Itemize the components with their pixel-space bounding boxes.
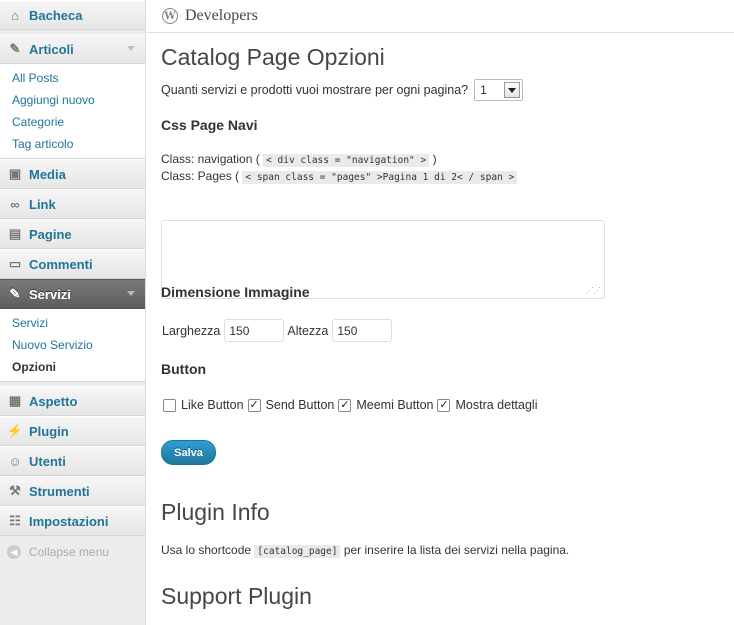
- pin-icon: ✎: [9, 286, 21, 301]
- meemi-button-label: Meemi Button: [356, 398, 434, 412]
- larghezza-label: Larghezza: [162, 323, 221, 338]
- submenu-item-tag-articolo[interactable]: Tag articolo: [0, 133, 145, 155]
- submenu-item-servizi[interactable]: Servizi: [0, 312, 145, 334]
- altezza-label: Altezza: [287, 323, 329, 338]
- class-pages-code: < span class = "pages" >Pagina 1 di 2< /…: [242, 171, 518, 184]
- dropdown-arrow-icon: [504, 82, 521, 98]
- per-page-value: 1: [480, 83, 487, 97]
- per-page-row: Quanti servizi e prodotti vuoi mostrare …: [161, 79, 524, 101]
- main-content: W Developers Catalog Page Opzioni Quanti…: [147, 0, 734, 625]
- site-header: W Developers: [147, 0, 734, 33]
- collapse-label: Collapse menu: [29, 545, 110, 559]
- mostra-dettagli-label: Mostra dettagli: [455, 398, 538, 412]
- menu-aspetto[interactable]: ▦ Aspetto: [0, 386, 145, 416]
- chevron-down-icon: [127, 291, 135, 296]
- submenu-item-opzioni[interactable]: Opzioni: [0, 356, 145, 378]
- menu-label: Articoli: [29, 41, 74, 57]
- menu-link[interactable]: ∞ Link: [0, 189, 145, 219]
- per-page-select[interactable]: 1: [474, 79, 524, 101]
- larghezza-value: 150: [229, 323, 250, 338]
- larghezza-input[interactable]: 150: [224, 319, 285, 342]
- site-name[interactable]: Developers: [185, 7, 258, 25]
- users-icon: ☺: [8, 453, 22, 469]
- menu-label: Plugin: [29, 423, 69, 439]
- menu-label: Servizi: [29, 286, 71, 302]
- like-button-checkbox[interactable]: [163, 398, 176, 412]
- chevron-down-icon: [127, 46, 135, 51]
- menu-pagine[interactable]: ▤ Pagine: [0, 219, 145, 249]
- collapse-arrow-icon: ◀: [7, 545, 21, 559]
- comment-icon: ▭: [8, 256, 22, 271]
- class-nav-suffix: ): [432, 152, 437, 166]
- settings-icon: ☷: [9, 513, 21, 528]
- class-navigation-line: Class: navigation ( < div class = "navig…: [161, 152, 437, 167]
- pin-icon: ✎: [9, 41, 21, 56]
- mostra-dettagli-checkbox[interactable]: ✓: [437, 398, 451, 412]
- send-button-label: Send Button: [265, 398, 335, 412]
- submenu-servizi: Servizi Nuovo Servizio Opzioni: [0, 309, 145, 382]
- send-button-checkbox[interactable]: ✓: [247, 398, 261, 412]
- submenu-item-nuovo-servizio[interactable]: Nuovo Servizio: [0, 334, 145, 356]
- menu-strumenti[interactable]: ⚒ Strumenti: [0, 476, 145, 506]
- submenu-articoli: All Posts Aggiungi nuovo Categorie Tag a…: [0, 64, 145, 159]
- menu-impostazioni[interactable]: ☷ Impostazioni: [0, 506, 145, 536]
- menu-label: Commenti: [29, 256, 93, 272]
- menu-media[interactable]: ▣ Media: [0, 159, 145, 189]
- shortcode-line: Usa lo shortcode [catalog_page] per inse…: [161, 543, 570, 558]
- menu-bacheca[interactable]: ⌂ Bacheca: [0, 0, 145, 30]
- class-nav-prefix: Class: navigation (: [161, 152, 260, 166]
- menu-articoli[interactable]: ✎ Articoli: [0, 34, 145, 64]
- menu-plugin[interactable]: ⚡ Plugin: [0, 416, 145, 446]
- dashboard-icon: ⌂: [11, 7, 19, 23]
- tools-icon: ⚒: [9, 483, 21, 498]
- button-options-row: Like Button ✓ Send Button ✓ Meemi Button…: [163, 398, 537, 412]
- altezza-input[interactable]: 150: [332, 319, 393, 342]
- menu-label: Impostazioni: [29, 513, 109, 529]
- menu-commenti[interactable]: ▭ Commenti: [0, 249, 145, 279]
- submenu-item-aggiungi-nuovo[interactable]: Aggiungi nuovo: [0, 89, 145, 111]
- per-page-label: Quanti servizi e prodotti vuoi mostrare …: [161, 83, 469, 97]
- link-icon: ∞: [10, 196, 20, 212]
- menu-label: Aspetto: [29, 393, 78, 409]
- plugin-info-title: Plugin Info: [161, 499, 270, 525]
- menu-label: Pagine: [29, 226, 72, 242]
- menu-utenti[interactable]: ☺ Utenti: [0, 446, 145, 476]
- menu-label: Bacheca: [29, 7, 83, 23]
- menu-label: Media: [29, 166, 66, 182]
- menu-label: Utenti: [29, 453, 66, 469]
- plugin-icon: ⚡: [6, 423, 24, 438]
- submenu-item-categorie[interactable]: Categorie: [0, 111, 145, 133]
- dimension-row: Larghezza 150 Altezza 150: [162, 319, 393, 342]
- wordpress-logo-icon[interactable]: W: [162, 8, 178, 24]
- altezza-value: 150: [337, 323, 358, 338]
- appearance-icon: ▦: [8, 393, 22, 408]
- class-pages-prefix: Class: Pages (: [161, 169, 240, 183]
- save-button[interactable]: Salva: [161, 440, 216, 465]
- css-section-title: Css Page Navi: [161, 117, 258, 133]
- menu-label: Link: [29, 196, 56, 212]
- class-nav-code: < div class = "navigation" >: [263, 154, 430, 167]
- pages-icon: ▤: [8, 226, 22, 241]
- submenu-item-all-posts[interactable]: All Posts: [0, 67, 145, 89]
- menu-label: Strumenti: [29, 483, 90, 499]
- support-plugin-title: Support Plugin: [161, 583, 312, 609]
- menu-servizi[interactable]: ✎ Servizi: [0, 279, 145, 309]
- shortcode-suffix: per inserire la lista dei servizi nella …: [343, 543, 570, 557]
- like-button-label: Like Button: [181, 398, 244, 412]
- media-icon: ▣: [8, 166, 22, 181]
- dimension-section-title: Dimensione Immagine: [161, 284, 310, 300]
- admin-sidebar: ⌂ Bacheca ✎ Articoli All Posts Aggiungi …: [0, 0, 146, 625]
- meemi-button-checkbox[interactable]: ✓: [338, 398, 352, 412]
- page-title: Catalog Page Opzioni: [161, 44, 385, 70]
- button-section-title: Button: [161, 361, 207, 377]
- resize-grip-icon[interactable]: ⋰⋰: [586, 286, 601, 295]
- shortcode-code: [catalog_page]: [254, 545, 341, 558]
- shortcode-prefix: Usa lo shortcode: [161, 543, 252, 557]
- collapse-menu-button[interactable]: ◀ Collapse menu: [0, 536, 145, 568]
- class-pages-line: Class: Pages ( < span class = "pages" >P…: [161, 169, 518, 184]
